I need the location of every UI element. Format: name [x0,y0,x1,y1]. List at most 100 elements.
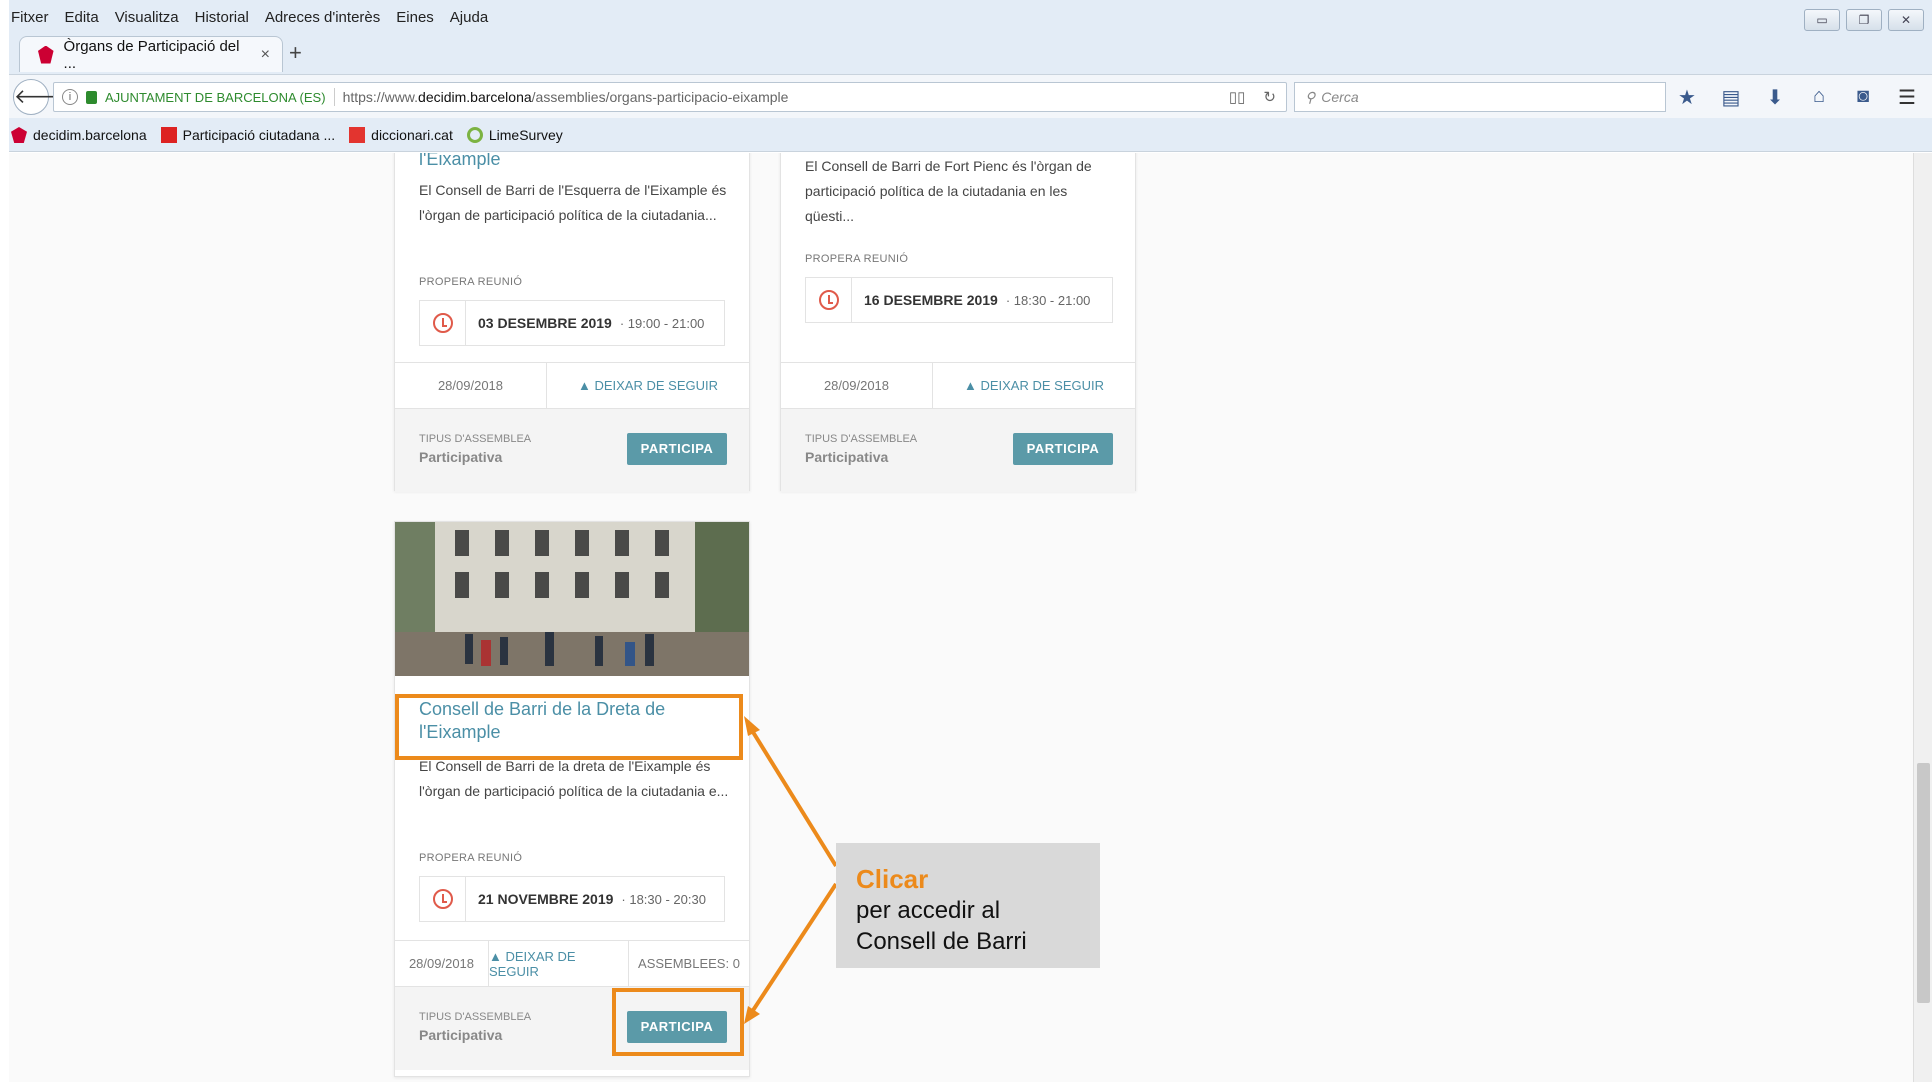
lock-icon [86,90,97,104]
menu-view[interactable]: Visualitza [115,5,179,31]
title-highlight-box [395,694,743,760]
assembly-type-value: Participativa [419,1027,503,1043]
callout-line-1: per accedir al [856,897,1001,924]
card-title[interactable]: l'Eixample [419,153,500,171]
site-identity: AJUNTAMENT DE BARCELONA (ES) [105,89,326,105]
bookmarks-list-icon[interactable]: ▤ [1721,85,1741,110]
bookmark-label: LimeSurvey [488,127,563,143]
limesurvey-icon [466,127,483,143]
card-meta: 28/09/2018 ▲ DEIXAR DE SEGUIR [395,362,749,408]
participa-button[interactable]: PARTICIPA [627,433,727,465]
created-date: 28/09/2018 [781,363,933,408]
barcelona-icon [160,127,177,143]
minimize-button[interactable]: ▭ [1804,9,1840,31]
browser-chrome: Fitxer Edita Visualitza Historial Adrece… [9,0,1932,152]
assembly-type-value: Participativa [419,449,503,465]
clock-icon [420,301,466,345]
card-meta: 28/09/2018 ▲ DEIXAR DE SEGUIR ASSEMBLEES… [395,940,749,986]
scrollbar-thumb[interactable] [1917,763,1930,1003]
tab-strip: Òrgans de Participació del ... × + [9,34,1932,72]
bookmark-participacio[interactable]: Participació ciutadana ... [160,127,336,143]
clock-icon [420,877,466,921]
card-description: El Consell de Barri de la dreta de l'Eix… [419,758,729,799]
navigation-bar: 🡐 i AJUNTAMENT DE BARCELONA (ES) https:/… [9,74,1932,118]
info-icon[interactable]: i [62,89,78,105]
restore-button[interactable]: ❐ [1846,9,1882,31]
bookmark-star-icon[interactable]: ★ [1677,85,1697,110]
bookmark-label: Participació ciutadana ... [182,127,336,143]
address-bar[interactable]: i AJUNTAMENT DE BARCELONA (ES) https://w… [53,82,1287,112]
assembly-type-label: TIPUS D'ASSEMBLEA [805,433,918,445]
participa-button[interactable]: PARTICIPA [1013,433,1113,465]
toolbar-icons: ★ ▤ ⬇ ⌂ ◙ ☰ [1677,85,1917,110]
callout-headline: Clicar [856,864,929,894]
annotation-callout: Clicar per accedir al Consell de Barri [836,843,1100,968]
assembly-type-value: Participativa [805,449,889,465]
meeting-time: · 18:30 - 21:00 [1005,292,1091,308]
next-meeting-label: PROPERA REUNIÓ [419,276,523,288]
meeting-date: 03 DESEMBRE 2019 [478,315,612,331]
assembly-type-label: TIPUS D'ASSEMBLEA [419,1011,532,1023]
menu-history[interactable]: Historial [195,5,249,31]
reload-icon[interactable]: ↻ [1263,88,1276,106]
divider [333,88,335,106]
back-button[interactable]: 🡐 [13,79,68,115]
next-meeting: 16 DESEMBRE 2019 · 18:30 - 21:00 [805,277,1113,323]
menu-help[interactable]: Ajuda [450,5,488,31]
bookmark-label: decidim.barcelona [33,127,147,143]
new-tab-button[interactable]: + [289,40,302,66]
card-footer: TIPUS D'ASSEMBLEA Participativa PARTICIP… [395,408,749,492]
meeting-time: · 18:30 - 20:30 [621,891,706,907]
bookmark-diccionari[interactable]: diccionari.cat [349,127,453,143]
clock-icon [806,278,852,322]
bookmark-decidim[interactable]: decidim.barcelona [11,127,147,143]
assembly-photo[interactable] [395,522,749,676]
favicon-icon [38,45,54,64]
home-icon[interactable]: ⌂ [1809,85,1829,110]
unfollow-link[interactable]: ▲ DEIXAR DE SEGUIR [547,363,749,408]
assemblies-count: ASSEMBLEES: 0 [638,956,740,971]
menu-edit[interactable]: Edita [65,5,99,31]
unfollow-link[interactable]: ▲ DEIXAR DE SEGUIR [489,941,629,986]
menu-tools[interactable]: Eines [396,5,434,31]
search-input[interactable]: ⚲ Cerca [1294,82,1666,112]
card-description: El Consell de Barri de Fort Pienc és l'ò… [805,158,1092,224]
url-text: https://www.decidim.barcelona/assemblies… [343,89,789,105]
tab-close-icon[interactable]: × [261,46,270,64]
next-meeting: 03 DESEMBRE 2019 · 19:00 - 21:00 [419,300,725,346]
assembly-card: El Consell de Barri de Fort Pienc és l'ò… [780,153,1136,492]
url-prefix: https://www. [342,89,419,105]
next-meeting-label: PROPERA REUNIÓ [419,852,523,864]
building-photo [395,522,749,676]
pocket-icon[interactable]: ◙ [1853,85,1873,110]
card-description: El Consell de Barri de l'Esquerra de l'E… [419,182,727,223]
download-icon[interactable]: ⬇ [1765,85,1785,110]
diccionari-icon [349,127,366,143]
next-meeting-label: PROPERA REUNIÓ [805,253,909,265]
unfollow-link[interactable]: ▲ DEIXAR DE SEGUIR [933,363,1135,408]
meeting-date: 16 DESEMBRE 2019 [864,292,998,308]
tab-active[interactable]: Òrgans de Participació del ... × [19,36,283,72]
menu-file[interactable]: Fitxer [11,5,49,31]
close-window-button[interactable]: ✕ [1888,9,1924,31]
url-domain: decidim.barcelona [418,89,532,105]
callout-line-2: Consell de Barri [856,928,1027,955]
url-path: /assemblies/organs-participacio-eixample [531,89,789,105]
assembly-card: l'Eixample El Consell de Barri de l'Esqu… [394,153,750,492]
hamburger-menu-icon[interactable]: ☰ [1897,85,1917,110]
card-footer: TIPUS D'ASSEMBLEA Participativa PARTICIP… [781,408,1135,492]
search-icon: ⚲ [1305,88,1316,105]
reader-view-icon[interactable]: ▯▯ [1229,88,1246,106]
menu-bookmarks[interactable]: Adreces d'interès [265,5,380,31]
tab-title: Òrgans de Participació del ... [63,37,240,72]
card-meta: 28/09/2018 ▲ DEIXAR DE SEGUIR [781,362,1135,408]
next-meeting: 21 NOVEMBRE 2019 · 18:30 - 20:30 [419,876,725,922]
meeting-date: 21 NOVEMBRE 2019 [478,891,614,907]
decidim-icon [11,127,27,143]
bookmark-limesurvey[interactable]: LimeSurvey [466,127,563,143]
search-placeholder: Cerca [1321,89,1359,105]
vertical-scrollbar[interactable] [1913,153,1932,1082]
assembly-type-label: TIPUS D'ASSEMBLEA [419,433,532,445]
menu-bar: Fitxer Edita Visualitza Historial Adrece… [9,5,488,31]
bookmark-label: diccionari.cat [371,127,453,143]
